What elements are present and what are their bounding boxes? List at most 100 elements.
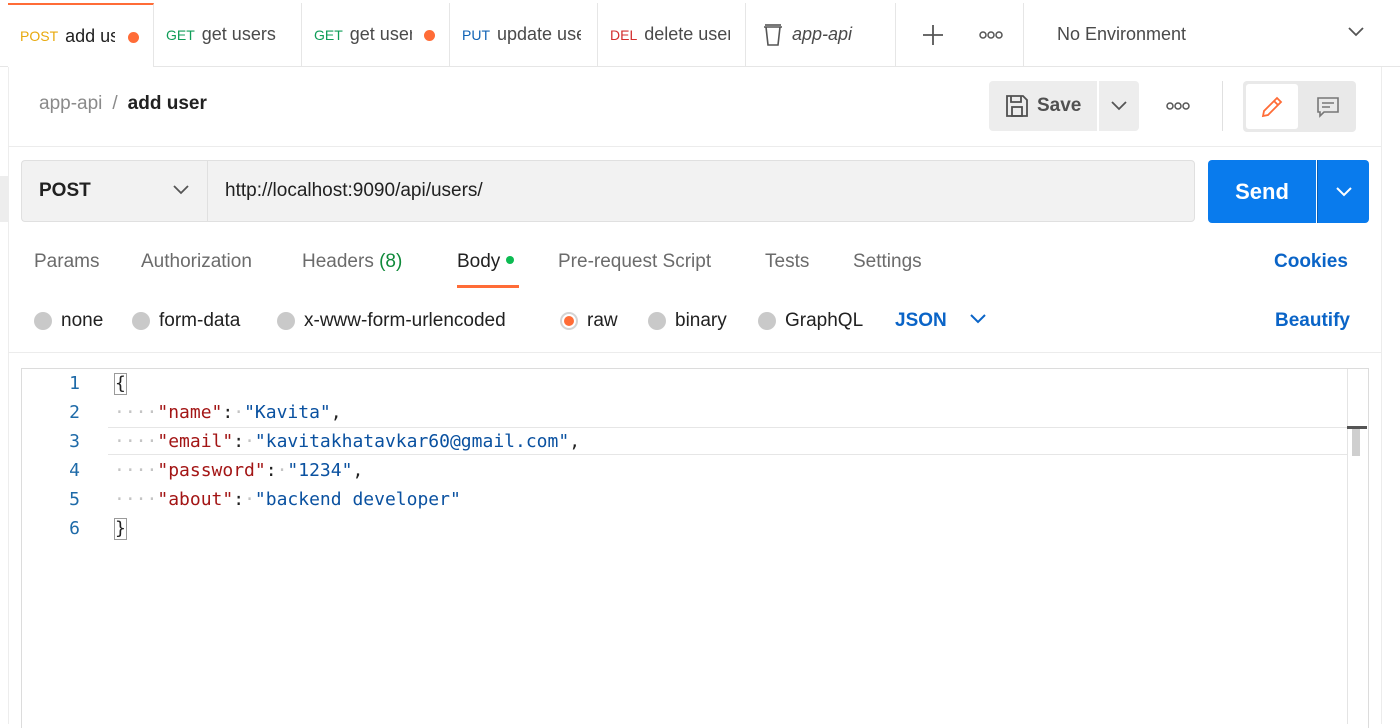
save-button[interactable]: Save (989, 81, 1097, 131)
comment-icon (1317, 96, 1339, 118)
open-brace: { (114, 373, 127, 395)
tab-authorization[interactable]: Authorization (141, 251, 252, 273)
json-comma: , (352, 460, 364, 481)
environment-label: No Environment (1057, 24, 1187, 44)
request-options-button[interactable] (1157, 81, 1199, 131)
json-value: "backend developer" (254, 489, 461, 510)
tab-label: update user (497, 24, 581, 44)
code-line: ····"password":·"1234", (114, 460, 364, 481)
radio-label: raw (587, 310, 618, 331)
radio-binary[interactable]: binary (648, 310, 727, 332)
save-options-button[interactable] (1099, 81, 1139, 131)
tab-collection[interactable]: app-api (746, 3, 896, 66)
divider (8, 146, 1382, 147)
tab-add-user[interactable]: POST add user (8, 3, 154, 67)
code-line: ····"email":·"kavitakhatavkar60@gmail.co… (114, 431, 581, 452)
tab-pre-request-script[interactable]: Pre-request Script (558, 251, 711, 273)
trash-icon (764, 23, 782, 46)
tab-label: delete user (644, 24, 731, 44)
send-label: Send (1235, 178, 1289, 204)
line-number: 1 (69, 373, 80, 394)
more-horizontal-icon (979, 30, 1003, 39)
json-key: "name" (157, 402, 223, 423)
line-number: 5 (69, 489, 80, 510)
environment-selector[interactable]: No Environment (1023, 3, 1400, 66)
radio-label: binary (675, 310, 727, 331)
line-number: 3 (69, 431, 80, 452)
radio-circle (758, 312, 776, 330)
tab-tests[interactable]: Tests (765, 251, 809, 273)
chevron-down-icon (173, 185, 189, 195)
json-key: "about" (157, 489, 234, 510)
body-indicator-dot (506, 256, 515, 264)
radio-circle (34, 312, 52, 330)
tab-settings[interactable]: Settings (853, 251, 922, 273)
json-value: "Kavita" (244, 402, 331, 423)
radio-form-data[interactable]: form-data (132, 310, 240, 332)
tab-get-users[interactable]: GET get users (154, 3, 302, 66)
tab-label: get user (349, 24, 412, 44)
collection-tab-label: app-api (792, 24, 853, 44)
tab-label: Tests (765, 251, 810, 272)
radio-raw[interactable]: raw (560, 310, 618, 332)
right-edge (1381, 66, 1382, 724)
method-select[interactable]: POST (21, 160, 207, 222)
headers-count: (8) (379, 251, 403, 272)
tab-label: add user (65, 25, 115, 46)
cursor-marker (1347, 426, 1367, 429)
send-button[interactable]: Send (1208, 160, 1316, 223)
beautify-link[interactable]: Beautify (1275, 310, 1350, 332)
chevron-down-icon[interactable] (970, 314, 986, 324)
tab-method: GET (166, 26, 195, 43)
radio-label: form-data (159, 310, 241, 331)
tab-options-button[interactable] (966, 3, 1016, 66)
tab-params[interactable]: Params (34, 251, 99, 273)
tab-label: Pre-request Script (558, 251, 712, 272)
url-text: http://localhost:9090/api/users/ (225, 180, 483, 201)
radio-label: none (61, 310, 104, 331)
tab-label: get users (201, 24, 276, 44)
editor-scrollbar-thumb[interactable] (1352, 426, 1360, 456)
radio-graphql[interactable]: GraphQL (758, 310, 863, 332)
save-icon (1006, 95, 1028, 117)
radio-x-www-form-urlencoded[interactable]: x-www-form-urlencoded (277, 310, 506, 332)
language-select[interactable]: JSON (895, 310, 947, 332)
tab-method: POST (20, 28, 59, 44)
edit-mode-button[interactable] (1246, 84, 1298, 129)
breadcrumb-collection[interactable]: app-api (39, 93, 102, 114)
active-tab-underline (457, 285, 519, 288)
radio-label: x-www-form-urlencoded (304, 310, 506, 331)
tab-label: Body (457, 251, 501, 272)
json-key: "password" (157, 460, 266, 481)
chevron-down-icon (1335, 186, 1352, 196)
tab-method: PUT (462, 26, 490, 43)
line-number: 6 (69, 518, 80, 539)
radio-circle (277, 312, 295, 330)
send-options-button[interactable] (1317, 160, 1369, 223)
breadcrumb: app-api / add user (39, 93, 207, 115)
unsaved-dot (424, 30, 435, 41)
tab-get-user[interactable]: GET get user (302, 3, 450, 66)
tab-method: DEL (610, 26, 638, 43)
tab-body[interactable]: Body (457, 251, 515, 273)
json-comma: , (330, 402, 342, 423)
new-tab-button[interactable] (911, 3, 955, 66)
toolbar-divider (1222, 81, 1223, 131)
tab-update-user[interactable]: PUT update user (450, 3, 598, 66)
more-horizontal-icon (1166, 102, 1190, 110)
url-input[interactable]: http://localhost:9090/api/users/ (207, 160, 1195, 222)
radio-label: GraphQL (785, 310, 864, 331)
tab-headers[interactable]: Headers (8) (302, 251, 402, 273)
chevron-down-icon (1348, 27, 1364, 37)
radio-circle (648, 312, 666, 330)
divider (8, 352, 1382, 353)
tab-delete-user[interactable]: DEL delete user (598, 3, 746, 66)
radio-none[interactable]: none (34, 310, 103, 332)
editor-scrollbar-track (1347, 369, 1348, 724)
comments-mode-button[interactable] (1303, 84, 1353, 129)
radio-circle (132, 312, 150, 330)
cookies-link[interactable]: Cookies (1274, 251, 1348, 273)
view-mode-toggle (1243, 81, 1356, 132)
code-line: { (114, 373, 127, 395)
breadcrumb-request[interactable]: add user (128, 93, 207, 114)
